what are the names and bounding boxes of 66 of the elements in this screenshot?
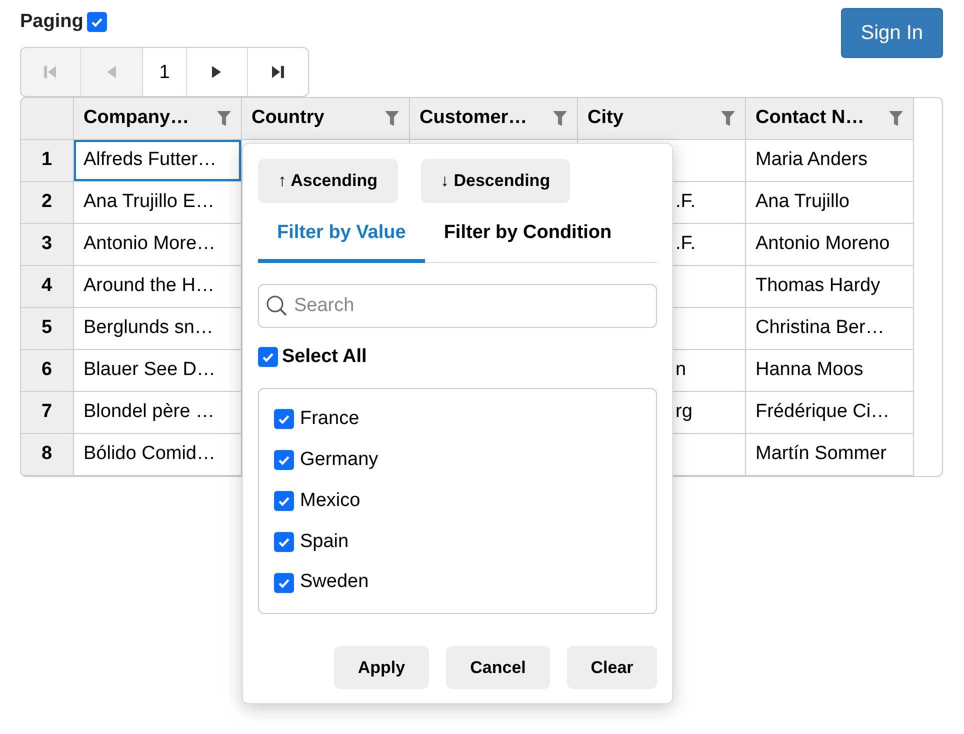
row-number: 7 (21, 392, 73, 434)
row-number: 3 (21, 224, 73, 266)
search-field[interactable]: Search (258, 284, 657, 328)
row-number: 1 (21, 140, 73, 182)
header-label: Contact N… (756, 106, 864, 130)
table-cell[interactable]: Frédérique Ci… (745, 392, 913, 434)
paging-label: Paging (20, 10, 84, 34)
footer-button[interactable]: Apply (334, 646, 429, 689)
filter-icon[interactable] (552, 110, 566, 126)
column-header[interactable]: City (577, 98, 745, 140)
table-cell[interactable]: Martín Sommer (745, 434, 913, 476)
table-cell[interactable]: Antonio Moreno (745, 224, 913, 266)
sort-button[interactable]: ↓ Descending (420, 159, 570, 203)
table-cell[interactable]: Around the H… (73, 266, 241, 308)
row-number: 5 (21, 308, 73, 350)
table-cell[interactable]: Ana Trujillo (745, 182, 913, 224)
value-label: Sweden (300, 570, 369, 594)
table-cell[interactable]: Berglunds sn… (73, 308, 241, 350)
checkbox[interactable] (274, 490, 294, 511)
footer-button[interactable]: Cancel (446, 646, 550, 689)
filter-icon[interactable] (888, 110, 902, 126)
table-cell[interactable]: Hanna Moos (745, 350, 913, 392)
filter-tab[interactable]: Filter by Condition (424, 209, 631, 262)
table-cell[interactable]: Alfreds Futter… (73, 140, 241, 182)
table-cell[interactable]: Blondel père … (73, 392, 241, 434)
row-number: 8 (21, 434, 73, 476)
value-label: France (300, 407, 360, 432)
filter-tab[interactable]: Filter by Value (258, 209, 425, 262)
filter-icon[interactable] (384, 110, 398, 126)
table-cell[interactable]: Bólido Comid… (73, 434, 241, 476)
header-label: City (588, 106, 624, 130)
table-cell[interactable]: Christina Ber… (745, 308, 913, 350)
select-all-label: Select All (282, 344, 367, 368)
table-cell[interactable]: Maria Anders (745, 140, 913, 182)
first-page-icon (42, 64, 58, 80)
column-header[interactable]: Contact N… (745, 98, 913, 140)
table-cell[interactable]: Ana Trujillo E… (73, 182, 241, 224)
checkbox[interactable] (274, 450, 294, 470)
table-cell[interactable]: Antonio More… (73, 224, 241, 266)
sort-button[interactable]: ↑ Ascending (258, 159, 398, 203)
header-label: Customer… (420, 106, 528, 130)
next-page-icon (211, 64, 224, 80)
footer-button[interactable]: Clear (567, 646, 657, 689)
row-number: 4 (21, 266, 73, 308)
column-header[interactable]: Company… (73, 98, 241, 140)
sign-in-button[interactable]: Sign In (840, 8, 943, 58)
checkbox[interactable] (87, 12, 108, 32)
row-number: 6 (21, 350, 73, 392)
last-page-icon (270, 64, 286, 80)
checkbox[interactable] (274, 409, 294, 430)
column-header[interactable]: Customer… (409, 98, 577, 140)
header-label: Country (252, 106, 324, 130)
header-label: Company… (84, 106, 190, 130)
filter-icon[interactable] (216, 110, 230, 126)
checkbox[interactable] (274, 572, 294, 593)
table-cell[interactable]: Thomas Hardy (745, 266, 913, 308)
value-label: Spain (300, 530, 349, 554)
table-cell[interactable]: Blauer See D… (73, 350, 241, 392)
value-label: Mexico (300, 488, 360, 513)
previous-page-icon (105, 64, 118, 80)
checkbox[interactable] (274, 532, 294, 552)
checkbox[interactable] (258, 346, 278, 367)
filter-icon[interactable] (720, 110, 734, 126)
value-label: Germany (300, 448, 378, 472)
column-header[interactable]: Country (241, 98, 409, 140)
row-number: 2 (21, 182, 73, 224)
